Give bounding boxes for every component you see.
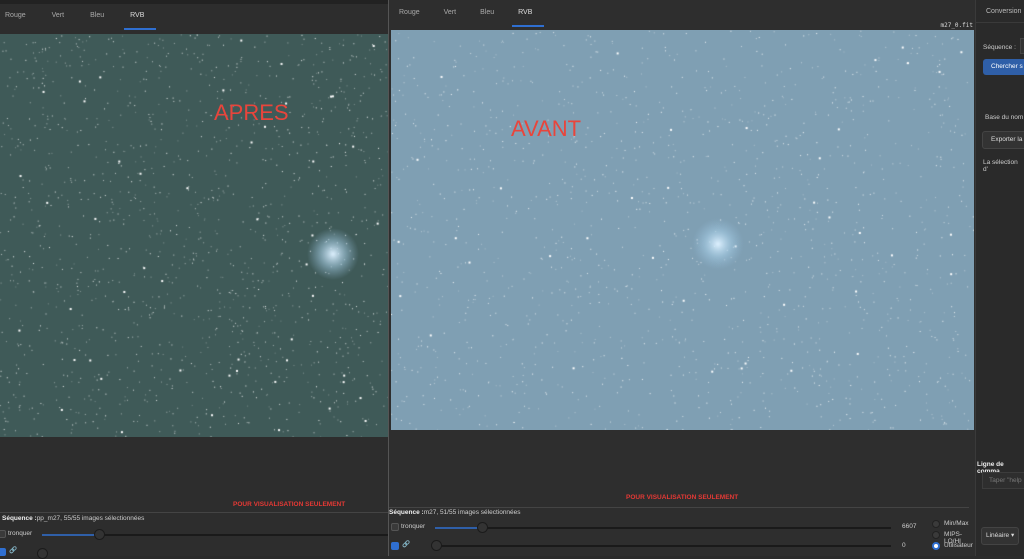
command-input[interactable]: Taper "help <box>982 472 1024 489</box>
radio-mips[interactable] <box>932 531 940 539</box>
high-slider[interactable] <box>435 527 891 529</box>
selection-text: La sélection d' <box>983 159 1018 173</box>
tab-conversion[interactable]: Conversion <box>986 8 1021 15</box>
preview-warning: POUR VISUALISATION SEULEMENT <box>626 494 739 501</box>
sequence-select[interactable] <box>1020 38 1024 54</box>
high-slider-handle[interactable] <box>94 529 105 540</box>
channel-tabs: Rouge Vert Bleu RVB <box>0 6 158 30</box>
radio-minmax[interactable] <box>932 520 940 528</box>
low-slider-handle[interactable] <box>37 548 48 559</box>
export-button[interactable]: Exporter la <box>982 131 1024 149</box>
after-image-window: Rouge Vert Bleu RVB APRES POUR VISUALISA… <box>0 0 389 559</box>
after-label: APRES <box>214 100 289 125</box>
tab-rouge[interactable]: Rouge <box>399 3 434 25</box>
chevron-down-icon: ▾ <box>1010 532 1015 539</box>
sequence-status: Séquence :pp_m27, 55/55 images sélection… <box>2 515 144 522</box>
link-icon: 🔗 <box>402 541 411 548</box>
sequence-status: Séquence :m27, 51/55 images sélectionnée… <box>389 509 521 516</box>
tab-rouge[interactable]: Rouge <box>5 6 40 28</box>
preview-warning: POUR VISUALISATION SEULEMENT <box>233 501 346 508</box>
before-image-window: Rouge Vert Bleu RVB m27_0.fit AVANT POUR… <box>388 0 975 556</box>
search-button[interactable]: Chercher s <box>983 59 1024 75</box>
link-checkbox[interactable] <box>0 548 6 556</box>
tronquer-label: tronquer <box>401 523 426 530</box>
sequence-status-text: pp_m27, 55/55 images sélectionnées <box>36 515 145 522</box>
sequence-status-label: Séquence : <box>2 515 37 522</box>
tronquer-checkbox[interactable] <box>0 530 6 538</box>
tab-rvb[interactable]: RVB <box>124 6 158 30</box>
side-panel: Conversion Séquence : Chercher s Base du… <box>975 0 1024 556</box>
filename-label: m27_0.fit <box>940 22 973 29</box>
low-slider-handle[interactable] <box>431 540 442 551</box>
high-slider-handle[interactable] <box>477 522 488 533</box>
channel-tabs: Rouge Vert Bleu RVB <box>389 3 546 27</box>
base-name-label: Base du nom <box>985 114 1024 121</box>
radio-utilisateur-label: Utilisateur <box>944 542 973 549</box>
low-slider[interactable] <box>435 545 891 547</box>
tronquer-checkbox[interactable] <box>391 523 399 531</box>
high-value: 6607 <box>902 523 917 530</box>
before-label: AVANT <box>511 116 582 141</box>
tab-bleu[interactable]: Bleu <box>90 6 118 28</box>
tronquer-label: tronquer <box>8 530 33 537</box>
low-value: 0 <box>902 542 906 549</box>
sequence-status-label: Séquence : <box>389 509 424 516</box>
scale-dropdown[interactable]: Linéaire ▾ <box>981 527 1020 545</box>
tab-rvb[interactable]: RVB <box>512 3 546 27</box>
link-checkbox[interactable] <box>391 542 399 550</box>
sequence-label: Séquence : <box>983 44 1016 51</box>
scale-dropdown-value: Linéaire <box>986 532 1010 539</box>
link-icon: 🔗 <box>9 547 18 554</box>
radio-utilisateur[interactable] <box>932 542 940 550</box>
after-image[interactable]: APRES <box>0 34 388 437</box>
before-image[interactable]: AVANT <box>391 30 974 430</box>
tab-bleu[interactable]: Bleu <box>480 3 508 25</box>
tab-vert[interactable]: Vert <box>52 6 78 28</box>
sequence-status-text: m27, 51/55 images sélectionnées <box>423 509 521 516</box>
radio-minmax-label: Min/Max <box>944 520 969 527</box>
tab-vert[interactable]: Vert <box>444 3 470 25</box>
